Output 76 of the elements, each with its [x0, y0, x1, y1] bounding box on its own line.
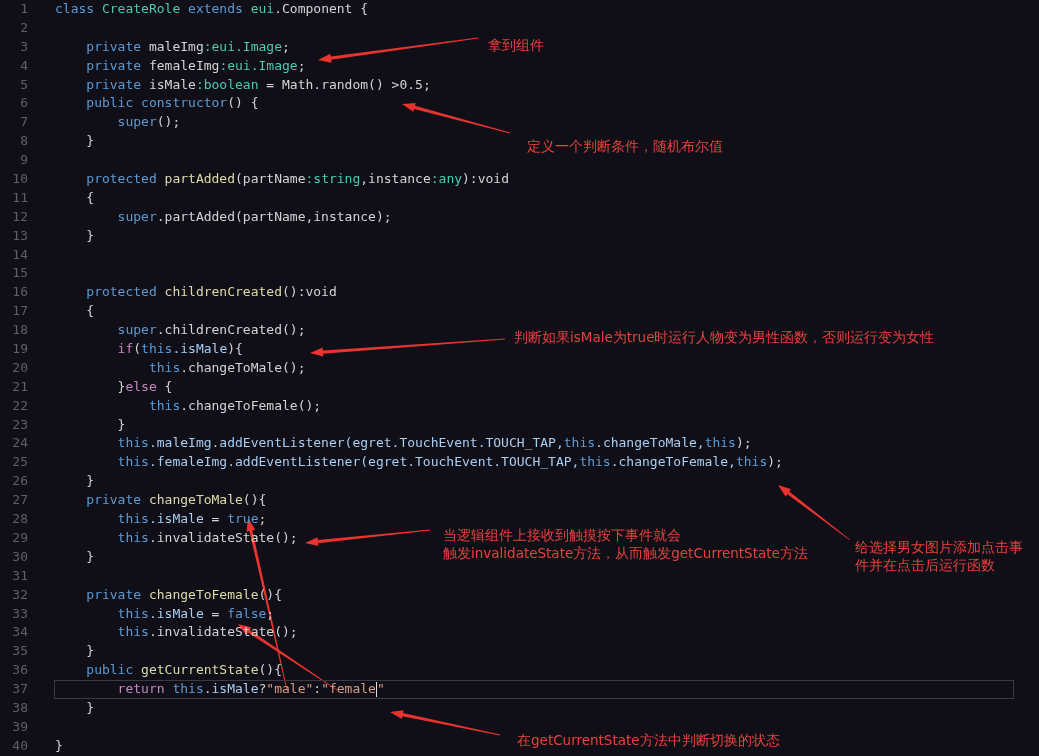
code-line: private femaleImg:eui.Image;	[85, 56, 306, 75]
code-line: super.partAdded(partName,instance);	[116, 207, 392, 226]
line-number: 34	[11, 623, 28, 642]
code-line: {	[85, 302, 95, 321]
annotation-text: 判断如果isMale为true时运行人物变为男性函数，否则运行变为女性	[514, 328, 935, 346]
code-line: }	[85, 132, 95, 151]
code-line: this.isMale = true;	[116, 510, 267, 529]
code-line: this.maleImg.addEventListener(egret.TouchEvent.TOUCH_TAP,this.changeToMale,this);	[116, 434, 752, 453]
code-line: public getCurrentState(){	[85, 661, 282, 680]
code-line: protected childrenCreated():void	[85, 283, 337, 302]
code-line: class CreateRole extends eui.Component {	[55, 0, 369, 18]
line-number: 35	[11, 642, 28, 661]
line-number: 5	[19, 75, 28, 94]
line-number: 1	[19, 0, 28, 18]
code-line: this.changeToMale();	[147, 358, 306, 377]
line-number: 31	[11, 566, 28, 585]
code-line: }	[85, 547, 95, 566]
annotation-text: 给选择男女图片添加点击事 件并在点击后运行函数	[855, 538, 1023, 574]
annotation-text: 在getCurrentState方法中判断切换的状态	[517, 731, 780, 749]
line-number: 17	[11, 302, 28, 321]
line-number: 11	[11, 188, 28, 207]
code-line: }	[85, 642, 95, 661]
code-line: }	[85, 698, 95, 717]
line-number: 33	[11, 604, 28, 623]
code-line: }	[55, 736, 63, 755]
code-line: if(this.isMale){	[116, 340, 243, 359]
code-line: this.changeToFemale();	[147, 396, 322, 415]
line-number: 40	[11, 736, 28, 755]
code-line: }else {	[116, 377, 173, 396]
line-number: 4	[19, 56, 28, 75]
line-number: 38	[11, 698, 28, 717]
line-number: 26	[11, 472, 28, 491]
line-number: 21	[11, 377, 28, 396]
line-number: 18	[11, 321, 28, 340]
code-line: super.childrenCreated();	[116, 321, 306, 340]
line-number: 10	[11, 170, 28, 188]
line-number: 15	[11, 264, 28, 283]
line-number: 3	[19, 37, 28, 56]
line-number: 32	[11, 585, 28, 604]
code-line: }	[85, 226, 95, 245]
line-number: 27	[11, 491, 28, 510]
code-line: }	[116, 415, 126, 434]
code-line: {	[85, 188, 95, 207]
line-number: 37	[11, 680, 28, 699]
line-number: 24	[11, 434, 28, 453]
line-number: 22	[11, 396, 28, 415]
line-number: 8	[19, 132, 28, 151]
line-number: 39	[11, 717, 28, 736]
line-number: 14	[11, 245, 28, 264]
line-number: 12	[11, 207, 28, 226]
line-number: 29	[11, 528, 28, 547]
line-number: 13	[11, 226, 28, 245]
line-number: 30	[11, 547, 28, 566]
code-line: private maleImg:eui.Image;	[85, 37, 290, 56]
line-number: 7	[19, 113, 28, 132]
line-number: 9	[19, 151, 28, 170]
annotation-text: 当逻辑组件上接收到触摸按下事件就会 触发invalidateState方法，从而触发getCurrentState方法	[443, 526, 808, 562]
code-line: this.femaleImg.addEventListener(egret.TouchEvent.TOUCH_TAP,this.changeToFemale,this);	[116, 453, 783, 472]
annotation-text: 定义一个判断条件，随机布尔值	[527, 137, 723, 155]
line-number: 19	[11, 340, 28, 359]
code-line: private changeToMale(){	[85, 491, 267, 510]
code-line: public constructor() {	[85, 94, 259, 113]
line-number: 23	[11, 415, 28, 434]
code-line: protected partAdded(partName:string,instance:any):void	[85, 170, 509, 188]
code-line: }	[85, 472, 95, 491]
line-number: 20	[11, 358, 28, 377]
code-line: super();	[116, 113, 181, 132]
code-line: this.isMale = false;	[116, 604, 275, 623]
annotation-text: 拿到组件	[488, 36, 544, 54]
line-number: 36	[11, 661, 28, 680]
code-line: private isMale:boolean = Math.random() >0.5;	[85, 75, 431, 94]
line-number: 6	[19, 94, 28, 113]
line-number: 25	[11, 453, 28, 472]
line-number: 16	[11, 283, 28, 302]
line-number: 28	[11, 510, 28, 529]
line-number: 2	[19, 18, 28, 37]
